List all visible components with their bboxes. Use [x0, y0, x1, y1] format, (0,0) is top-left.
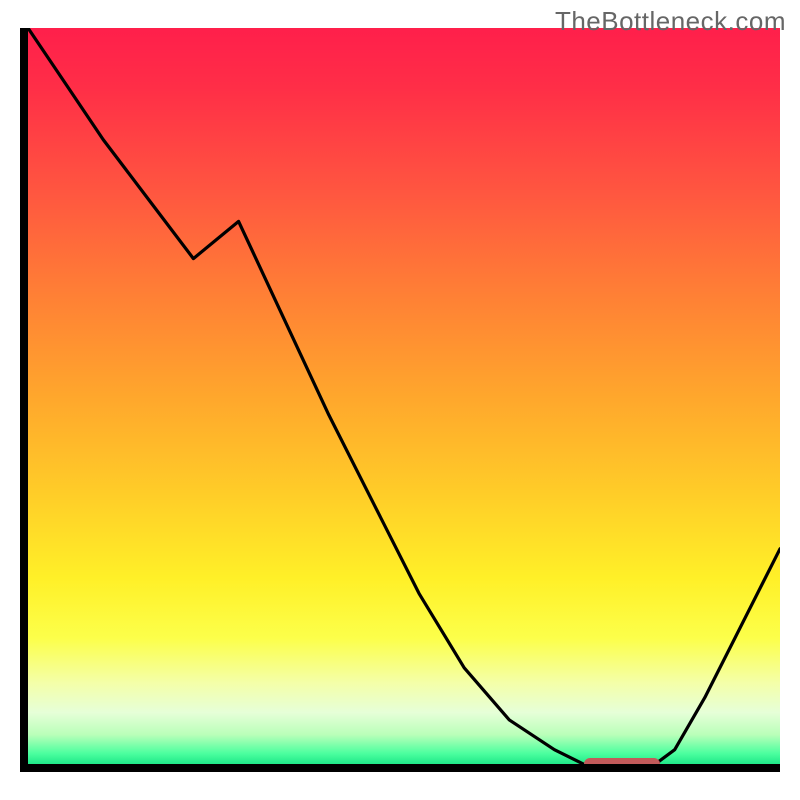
- heat-gradient: [28, 28, 780, 772]
- watermark-text: TheBottleneck.com: [555, 6, 786, 37]
- x-axis: [20, 764, 780, 772]
- plot-area: [28, 28, 780, 772]
- y-axis: [20, 28, 28, 772]
- chart-frame: TheBottleneck.com: [0, 0, 800, 800]
